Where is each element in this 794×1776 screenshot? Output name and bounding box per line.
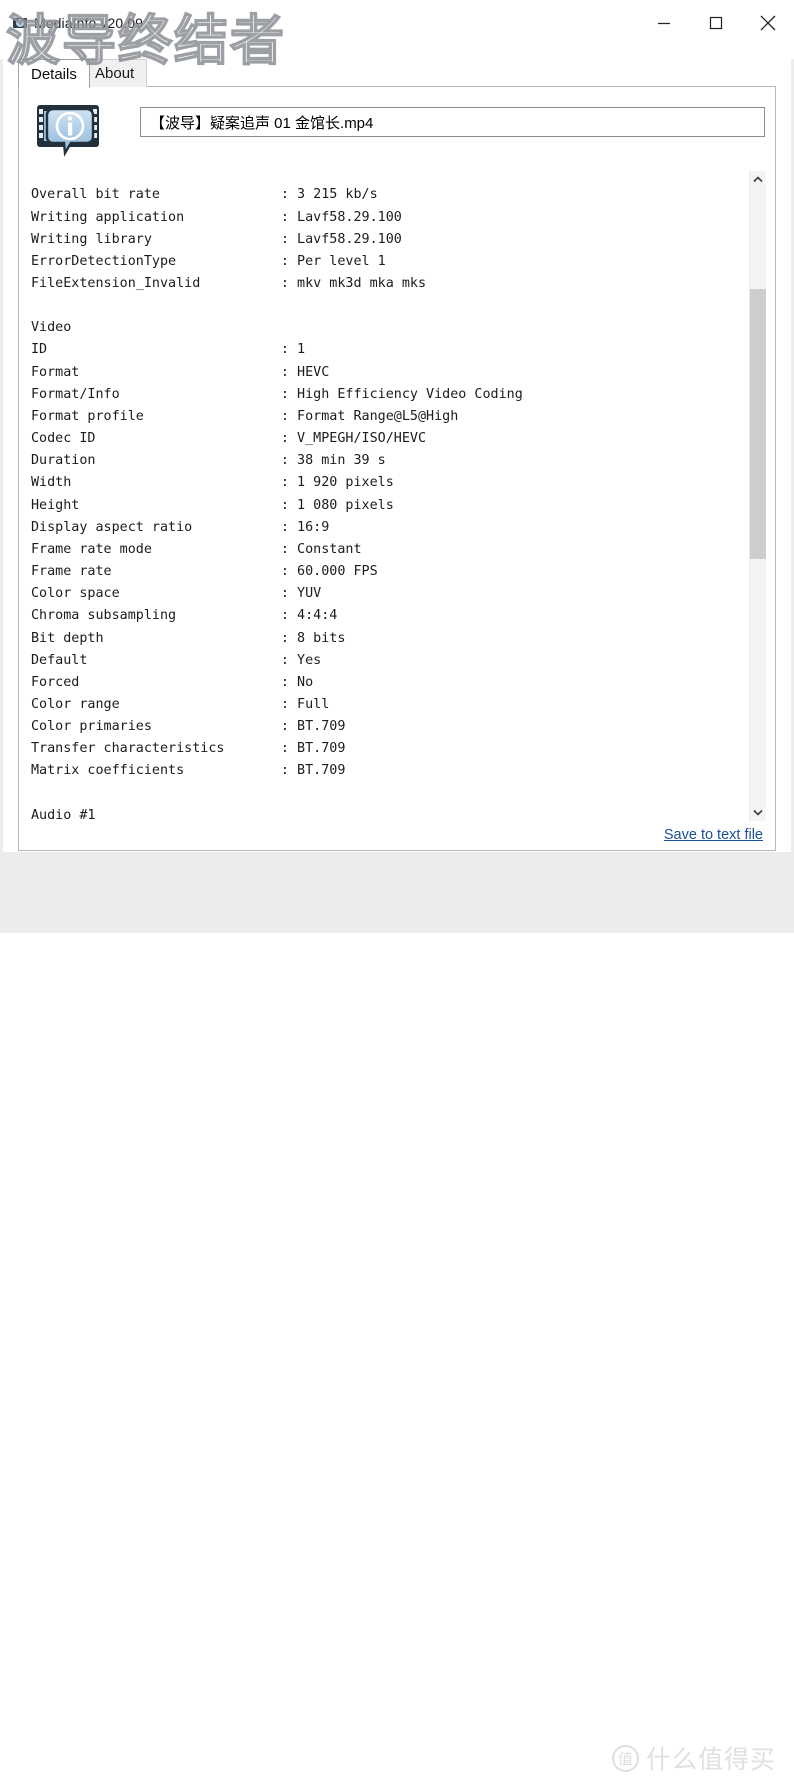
tab-strip: Details About xyxy=(18,59,776,88)
scrollbar-thumb[interactable] xyxy=(750,289,766,559)
tab-details[interactable]: Details xyxy=(18,59,90,88)
filename-field[interactable]: 【波导】疑案追声 01 金馆长.mp4 xyxy=(140,107,765,137)
window-title: MediaInfo v20.09 xyxy=(34,15,144,31)
window-top-gap xyxy=(0,46,794,59)
smzdm-watermark: 值 什么值得买 xyxy=(611,1740,776,1776)
details-text: Overall bit rate : 3 215 kb/s Writing ap… xyxy=(31,187,523,821)
minimize-button[interactable] xyxy=(638,0,690,46)
mediainfo-window: MediaInfo v20.09 Details About 【波导】疑案追声 … xyxy=(0,0,794,1774)
mediainfo-icon xyxy=(12,15,28,31)
details-panel: 【波导】疑案追声 01 金馆长.mp4 Overall bit rate : 3… xyxy=(18,86,776,851)
window-footer: 值 什么值得买 xyxy=(0,852,794,1774)
close-button[interactable] xyxy=(742,0,794,46)
scroll-up-button[interactable] xyxy=(750,171,766,188)
filename-value: 【波导】疑案追声 01 金馆长.mp4 xyxy=(150,114,374,132)
scrollbar-track-lower[interactable] xyxy=(750,559,766,804)
tab-details-label: Details xyxy=(31,65,77,83)
details-text-area[interactable]: Overall bit rate : 3 215 kb/s Writing ap… xyxy=(29,171,766,821)
close-icon xyxy=(760,15,776,31)
minimize-icon xyxy=(658,22,670,25)
smzdm-watermark-text: 什么值得买 xyxy=(645,1745,776,1774)
tab-about-label: About xyxy=(95,65,135,82)
chevron-down-icon xyxy=(753,809,763,816)
smzdm-badge-icon: 值 xyxy=(611,1744,639,1772)
details-scrollbar[interactable] xyxy=(749,171,766,821)
window-left-edge xyxy=(0,46,3,933)
scroll-down-button[interactable] xyxy=(750,804,766,821)
mediainfo-logo-icon xyxy=(33,101,111,163)
scrollbar-track-upper[interactable] xyxy=(750,188,766,289)
window-controls xyxy=(638,0,794,46)
maximize-button[interactable] xyxy=(690,0,742,46)
title-bar: MediaInfo v20.09 xyxy=(0,0,794,46)
tab-about[interactable]: About xyxy=(82,59,148,87)
maximize-icon xyxy=(709,16,723,30)
save-to-text-file-link[interactable]: Save to text file xyxy=(664,827,763,843)
chevron-up-icon xyxy=(753,176,763,183)
